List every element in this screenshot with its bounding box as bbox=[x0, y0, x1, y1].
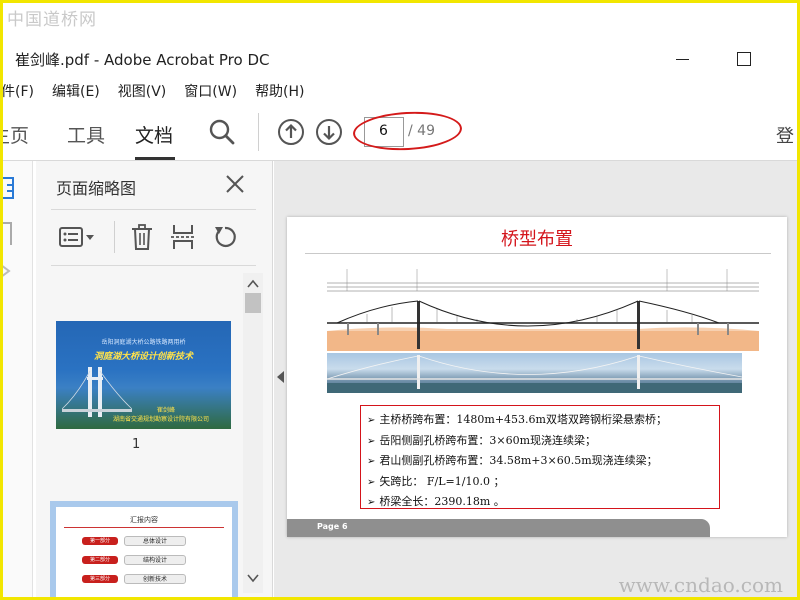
list-item: ➢ 桥梁全长：2390.18m 。 bbox=[367, 495, 505, 508]
bridge-photo bbox=[327, 353, 742, 393]
bookmark-icon[interactable] bbox=[0, 221, 15, 247]
collapse-panel-icon[interactable] bbox=[277, 371, 285, 383]
trash-icon[interactable] bbox=[128, 223, 156, 251]
slide-footer: Page 6 bbox=[287, 519, 710, 537]
menu-view[interactable]: 视图(V) bbox=[109, 77, 176, 103]
document-view[interactable]: 桥型布置 ➢ 主桥桥跨布置：1480m+453.6m双塔双跨钢桁梁悬索桥； ➢ … bbox=[274, 161, 797, 597]
window-title: 崔剑峰.pdf - Adobe Acrobat Pro DC bbox=[15, 51, 270, 69]
watermark-bottom: www.cndao.com bbox=[618, 573, 783, 597]
slide-page-number: Page 6 bbox=[317, 522, 348, 531]
list-item-text: 君山侧副孔桥跨布置：34.58m+3×60.5m现浇连续梁； bbox=[379, 454, 658, 467]
panel-toolbar-divider bbox=[114, 221, 115, 253]
bridge-elevation-drawing bbox=[327, 269, 759, 351]
thumb-title: 汇报内容 bbox=[130, 516, 158, 524]
menu-bar: 件(F) 编辑(E) 视图(V) 窗口(W) 帮助(H) bbox=[3, 77, 797, 103]
thumb-subtitle: 岳阳洞庭湖大桥公路铁路两用桥 bbox=[101, 339, 186, 346]
menu-window[interactable]: 窗口(W) bbox=[175, 77, 246, 103]
page-thumbnail-1[interactable]: 岳阳洞庭湖大桥公路铁路两用桥 洞庭湖大桥设计创新技术 崔剑峰 湖南省交通规划勘察… bbox=[56, 321, 231, 429]
thumb-author: 崔剑峰 bbox=[156, 407, 175, 414]
panel-title: 页面缩略图 bbox=[56, 179, 137, 198]
scroll-down-icon[interactable] bbox=[247, 573, 259, 583]
thumb-part-label: 第三部分 bbox=[82, 575, 118, 583]
menu-file[interactable]: 件(F) bbox=[3, 77, 43, 103]
thumbnails-scrollbar[interactable] bbox=[243, 273, 263, 593]
list-item-text: 矢跨比： F/L=1/10.0 ； bbox=[379, 474, 505, 488]
scroll-thumb[interactable] bbox=[245, 293, 261, 313]
thumb-item-label: 结构设计 bbox=[124, 555, 186, 565]
thumb-title-rule bbox=[64, 527, 224, 528]
tab-home[interactable]: 主页 bbox=[3, 121, 30, 148]
panel-divider bbox=[51, 209, 256, 210]
bridge-spec-list: ➢ 主桥桥跨布置：1480m+453.6m双塔双跨钢桁梁悬索桥； ➢ 岳阳侧副孔桥跨… bbox=[360, 405, 720, 509]
search-icon[interactable] bbox=[208, 118, 236, 146]
red-highlight-oval bbox=[352, 109, 463, 153]
watermark-top: 中国道桥网 bbox=[7, 10, 97, 30]
list-item: ➢ 矢跨比： F/L=1/10.0 ； bbox=[367, 474, 505, 488]
bridge-photo-drawing bbox=[327, 355, 742, 393]
list-item: ➢ 君山侧副孔桥跨布置：34.58m+3×60.5m现浇连续梁； bbox=[367, 454, 658, 467]
list-item-text: 岳阳侧副孔桥跨布置：3×60m现浇连续梁； bbox=[379, 433, 597, 447]
minimize-button[interactable] bbox=[668, 47, 698, 71]
list-item: ➢ 岳阳侧副孔桥跨布置：3×60m现浇连续梁； bbox=[367, 433, 597, 447]
thumb-organization: 湖南省交通规划勘察设计院有限公司 bbox=[112, 416, 209, 423]
thumb-item-label: 总体设计 bbox=[124, 536, 186, 546]
list-item-text: 桥梁全长：2390.18m 。 bbox=[379, 495, 505, 508]
next-page-icon[interactable] bbox=[315, 118, 343, 146]
tab-tools[interactable]: 工具 bbox=[67, 121, 105, 148]
screenshot-frame: 中国道桥网 崔剑峰.pdf - Adobe Acrobat Pro DC 件(F… bbox=[0, 0, 800, 600]
list-item-text: 主桥桥跨布置：1480m+453.6m双塔双跨钢桁梁悬索桥； bbox=[379, 413, 667, 426]
thumb-part-label: 第一部分 bbox=[82, 537, 118, 545]
page-thumbnail-2[interactable]: 汇报内容 第一部分 总体设计 第二部分 结构设计 第三部分 创新技术 bbox=[56, 507, 232, 597]
extract-pages-icon[interactable] bbox=[169, 223, 197, 251]
slide-title: 桥型布置 bbox=[501, 229, 573, 250]
close-icon[interactable] bbox=[224, 173, 246, 195]
attachment-icon[interactable] bbox=[0, 261, 15, 281]
toolbar: 主页 工具 文档 6 / 49 登 bbox=[3, 103, 797, 161]
toolbar-divider bbox=[258, 113, 259, 151]
options-menu-icon[interactable] bbox=[58, 223, 96, 251]
scroll-up-icon[interactable] bbox=[247, 279, 259, 289]
tab-document[interactable]: 文档 bbox=[135, 121, 173, 148]
thumbnails-panel: 页面缩略图 岳阳洞庭湖大桥公路铁路两用桥 洞庭湖大桥设计创新技术 崔剑峰 湖南省… bbox=[36, 161, 273, 597]
previous-page-icon[interactable] bbox=[277, 118, 305, 146]
menu-help[interactable]: 帮助(H) bbox=[246, 77, 313, 103]
tab-home-label: 主页 bbox=[3, 125, 30, 147]
page-thumbnails-icon[interactable] bbox=[0, 175, 19, 201]
list-item: ➢ 主桥桥跨布置：1480m+453.6m双塔双跨钢桁梁悬索桥； bbox=[367, 413, 667, 426]
panel-divider bbox=[51, 265, 256, 266]
thumb-part-label: 第二部分 bbox=[82, 556, 118, 564]
login-link[interactable]: 登 bbox=[776, 122, 794, 148]
thumb-title: 洞庭湖大桥设计创新技术 bbox=[93, 352, 193, 362]
pdf-page: 桥型布置 ➢ 主桥桥跨布置：1480m+453.6m双塔双跨钢桁梁悬索桥； ➢ … bbox=[287, 217, 787, 537]
active-tab-indicator bbox=[135, 157, 175, 160]
title-bar: 崔剑峰.pdf - Adobe Acrobat Pro DC bbox=[3, 41, 797, 77]
navigation-strip bbox=[3, 161, 33, 597]
menu-edit[interactable]: 编辑(E) bbox=[43, 77, 109, 103]
maximize-button[interactable] bbox=[729, 47, 759, 71]
slide-title-rule bbox=[305, 253, 771, 254]
thumb-item-label: 创新技术 bbox=[124, 574, 186, 584]
thumbnail-page-number: 1 bbox=[132, 437, 141, 452]
rotate-icon[interactable] bbox=[211, 223, 239, 251]
